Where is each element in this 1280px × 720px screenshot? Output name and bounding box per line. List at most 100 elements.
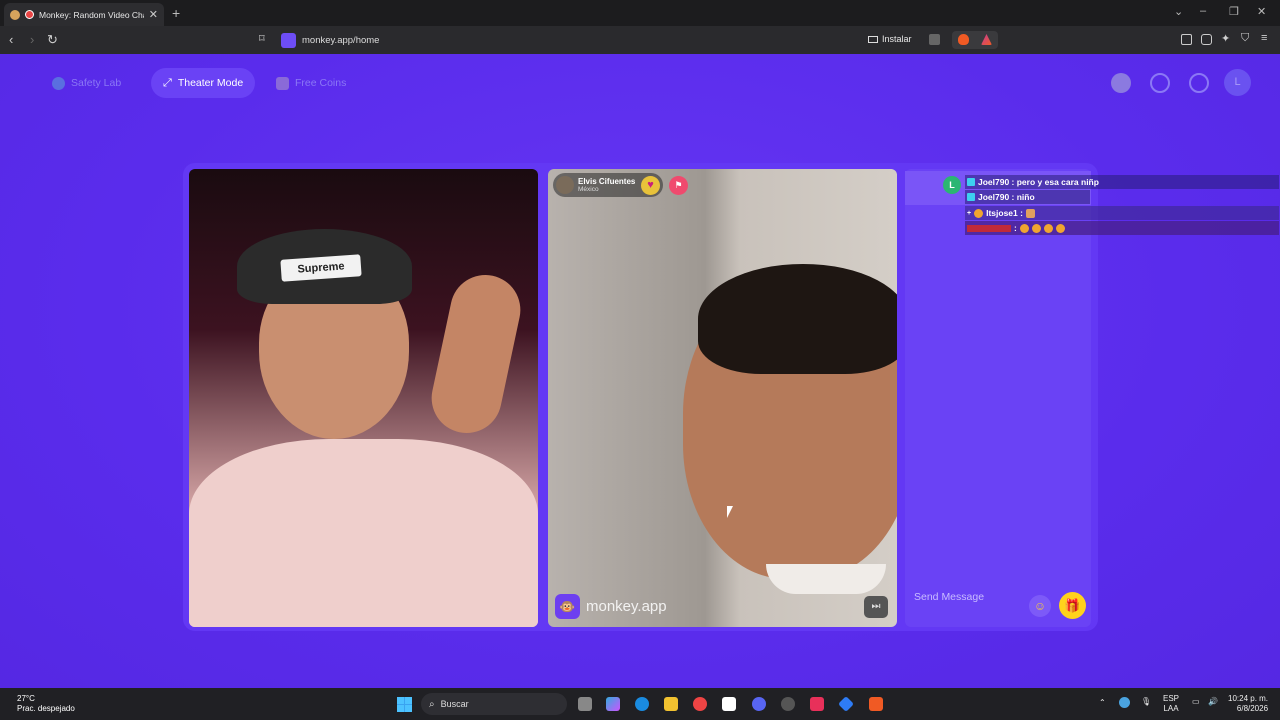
messages-icon[interactable] <box>1189 73 1209 93</box>
message-badge-icon <box>967 178 975 186</box>
chat-panel <box>905 169 1091 627</box>
brave-shield-icon[interactable] <box>958 34 969 45</box>
chat-message-text: Itsjose1 : <box>986 208 1023 218</box>
plus-icon: + <box>967 209 972 217</box>
local-person-shirt <box>189 439 538 627</box>
emoji-icon <box>1031 223 1041 233</box>
chat-avatar: L <box>943 176 961 194</box>
clock-time: 10:24 p. m. <box>1228 694 1269 703</box>
chat-message-text: Joel790 : niño <box>978 192 1035 202</box>
remote-user-country: México <box>578 185 599 193</box>
user-avatar[interactable]: L <box>1224 69 1251 96</box>
emoji-icon <box>1043 223 1053 233</box>
close-window-icon[interactable]: ✕ <box>1257 5 1266 18</box>
vpn-icon[interactable]: ⛉ <box>1241 32 1249 45</box>
install-label: Instalar <box>882 34 912 44</box>
obs-icon[interactable] <box>781 697 795 711</box>
language-code: ESP <box>1163 694 1180 703</box>
remote-video <box>548 169 897 627</box>
chat-message: Joel790 : pero y esa cara niñp <box>965 175 1279 189</box>
profile-badge-icon[interactable] <box>1111 73 1131 93</box>
taskbar-search[interactable]: ⌕ Buscar <box>421 693 567 715</box>
microphone-icon[interactable]: 🎙 <box>1141 697 1151 707</box>
chat-message: : <box>965 221 1279 235</box>
sticker-icon <box>1025 208 1035 218</box>
brave-icon[interactable] <box>869 697 883 711</box>
search-icon: ⌕ <box>429 698 435 710</box>
history-icon[interactable] <box>1150 73 1170 93</box>
free-coins-button[interactable]: Free Coins <box>264 68 358 98</box>
discord-icon[interactable] <box>752 697 766 711</box>
minimize-icon[interactable]: – <box>1200 5 1206 17</box>
close-tab-icon[interactable]: ✕ <box>149 8 158 21</box>
keyboard-layout: LAA <box>1163 704 1179 713</box>
language-indicator[interactable]: ESP LAA <box>1163 694 1179 714</box>
monkey-logo-icon: 🐵 <box>555 594 580 619</box>
monkey-favicon-icon <box>10 9 20 20</box>
weather-widget[interactable]: 27°C Prac. despejado <box>17 694 75 714</box>
tiktok-icon[interactable] <box>810 697 824 711</box>
task-view-icon[interactable] <box>578 697 592 711</box>
tab-list-icon[interactable]: ⌄ <box>1174 5 1183 18</box>
chrome-icon[interactable] <box>693 697 707 711</box>
reload-icon[interactable]: ↻ <box>47 32 58 48</box>
url-text: monkey.app/home <box>302 34 380 46</box>
expand-icon: ⤢ <box>163 76 172 89</box>
chat-message: Joel790 : niño <box>965 190 1090 204</box>
start-icon[interactable] <box>397 697 412 712</box>
install-button[interactable]: Instalar <box>868 34 912 44</box>
menu-icon[interactable]: ≡ <box>1261 32 1267 44</box>
page-content: Safety Lab ⤢ Theater Mode Free Coins L S… <box>0 54 1280 688</box>
url-field[interactable]: monkey.app/home <box>281 31 379 49</box>
emoji-button[interactable]: ☺ <box>1029 595 1051 617</box>
recording-icon <box>25 10 34 19</box>
volume-icon[interactable]: 🔊 <box>1208 697 1218 707</box>
emoji-icon <box>1019 223 1029 233</box>
file-explorer-icon[interactable] <box>664 697 678 711</box>
chat-message-text: : <box>1014 223 1017 233</box>
tab-title: Monkey: Random Video Chat <box>39 9 144 20</box>
forward-icon[interactable]: › <box>30 32 34 47</box>
leo-ai-icon[interactable]: ✦ <box>1221 32 1230 45</box>
network-icon[interactable]: ▭ <box>1192 697 1200 707</box>
clock[interactable]: 10:24 p. m. 6/8/2026 <box>1228 694 1268 714</box>
coins-icon <box>276 76 289 90</box>
browser-tab[interactable]: Monkey: Random Video Chat ✕ <box>4 3 164 26</box>
safety-lab-button[interactable]: Safety Lab <box>40 68 133 98</box>
temperature: 27°C <box>17 694 35 703</box>
monitor-icon <box>868 35 878 43</box>
sidebar-icon[interactable] <box>1181 34 1192 45</box>
mouse-cursor <box>727 506 733 518</box>
translate-icon[interactable] <box>929 34 940 45</box>
remote-person-hair <box>698 264 897 374</box>
safety-lab-label: Safety Lab <box>71 77 122 89</box>
remote-person-smile <box>766 564 886 594</box>
capcut-icon[interactable] <box>722 697 736 711</box>
clock-date: 6/8/2026 <box>1236 704 1269 713</box>
heart-icon[interactable]: ♥ <box>641 176 660 195</box>
maximize-icon[interactable]: ❐ <box>1229 5 1239 18</box>
free-coins-label: Free Coins <box>295 77 347 89</box>
local-person-hand <box>425 268 527 440</box>
app-icon[interactable] <box>838 696 854 712</box>
theater-mode-button[interactable]: ⤢ Theater Mode <box>151 68 256 98</box>
gift-button[interactable]: 🎁 <box>1059 592 1086 619</box>
chat-message-text: Joel790 : pero y esa cara niñp <box>978 177 1099 187</box>
copilot-icon[interactable] <box>606 697 620 711</box>
back-icon[interactable]: ‹ <box>9 32 13 47</box>
send-message-input[interactable]: Send Message <box>914 591 984 603</box>
browser-tab-bar: Monkey: Random Video Chat ✕ + ⌄ – ❐ ✕ <box>0 0 1280 26</box>
skip-button[interactable]: ⏭ <box>864 596 888 618</box>
bookmark-icon[interactable]: ⌑ <box>259 32 265 45</box>
tray-overflow-icon[interactable]: ⌃ <box>1099 698 1106 708</box>
site-icon <box>281 32 296 48</box>
emoji-icon <box>1055 223 1065 233</box>
monkey-watermark: 🐵 monkey.app <box>555 594 667 619</box>
wallet-icon[interactable] <box>1201 34 1212 45</box>
report-icon[interactable]: ⚑ <box>669 176 688 195</box>
edge-icon[interactable] <box>635 697 649 711</box>
new-tab-icon[interactable]: + <box>172 5 180 21</box>
theater-mode-label: Theater Mode <box>177 77 244 89</box>
onedrive-icon[interactable] <box>1119 697 1130 708</box>
user-level-icon <box>974 208 984 218</box>
